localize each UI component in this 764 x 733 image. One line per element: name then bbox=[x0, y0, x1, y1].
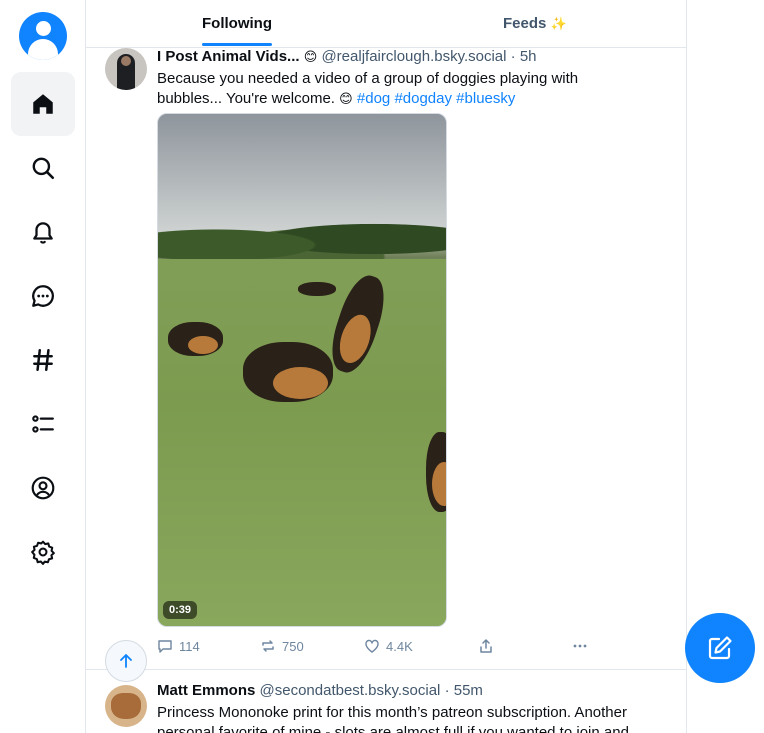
avatar-face bbox=[121, 56, 131, 66]
gear-icon bbox=[31, 540, 55, 565]
chat-icon bbox=[32, 285, 54, 307]
author-name[interactable]: Matt Emmons bbox=[157, 682, 255, 699]
tab-active-indicator bbox=[202, 43, 272, 46]
nav-profile[interactable] bbox=[11, 456, 75, 520]
repost-button[interactable]: 750 bbox=[260, 638, 304, 654]
reply-count: 114 bbox=[179, 638, 200, 654]
like-count: 4.4K bbox=[386, 638, 413, 654]
avatar-body bbox=[28, 39, 58, 60]
post-text: Princess Mononoke print for this month’s… bbox=[157, 704, 629, 733]
avatar-head bbox=[36, 21, 51, 36]
left-nav bbox=[0, 0, 86, 733]
main-column: Following Feeds ✨ I Post Animal Vids... … bbox=[85, 0, 687, 733]
nav-chat[interactable] bbox=[11, 264, 75, 328]
arrow-up-icon bbox=[120, 654, 132, 668]
post-time[interactable]: · 5h bbox=[511, 48, 537, 65]
post-header: I Post Animal Vids... 😊 @realjfairclough… bbox=[157, 48, 537, 65]
author-handle[interactable]: @realjfairclough.bsky.social bbox=[321, 48, 506, 65]
feed-tabs: Following Feeds ✨ bbox=[86, 0, 686, 48]
avatar-cat bbox=[111, 693, 141, 719]
like-button[interactable]: 4.4K bbox=[364, 638, 413, 654]
post-header: Matt Emmons @secondatbest.bsky.social · … bbox=[157, 682, 483, 699]
nav-notifications[interactable] bbox=[11, 200, 75, 264]
post-text: Because you needed a video of a group of… bbox=[157, 69, 637, 110]
share-button[interactable] bbox=[478, 638, 494, 654]
hashtag-link[interactable]: #dog bbox=[357, 90, 390, 107]
compose-button[interactable] bbox=[685, 613, 755, 683]
dog-image bbox=[243, 342, 333, 402]
share-icon bbox=[480, 639, 492, 653]
dog-image bbox=[298, 282, 336, 296]
repost-count: 750 bbox=[282, 638, 304, 654]
sparkles-icon: ✨ bbox=[550, 17, 567, 32]
nav-feeds[interactable] bbox=[11, 328, 75, 392]
post-time[interactable]: · 55m bbox=[445, 682, 483, 699]
profile-icon bbox=[31, 476, 55, 500]
more-button[interactable] bbox=[572, 638, 588, 654]
search-icon bbox=[32, 157, 55, 180]
scroll-to-top-button[interactable] bbox=[105, 640, 147, 682]
dog-image bbox=[168, 322, 223, 356]
post[interactable]: I Post Animal Vids... 😊 @realjfairclough… bbox=[86, 48, 686, 670]
video-grass bbox=[158, 259, 446, 626]
heart-icon bbox=[365, 639, 379, 653]
nav-search[interactable] bbox=[11, 136, 75, 200]
my-avatar[interactable] bbox=[19, 12, 67, 60]
hashtag-icon bbox=[33, 349, 53, 371]
author-name[interactable]: I Post Animal Vids... bbox=[157, 48, 300, 65]
reply-button[interactable]: 114 bbox=[157, 638, 200, 654]
post-actions: 114 750 4.4K bbox=[157, 638, 597, 658]
reply-icon bbox=[158, 640, 172, 653]
more-icon bbox=[573, 644, 587, 648]
nav-home[interactable] bbox=[11, 72, 75, 136]
tab-following[interactable]: Following bbox=[202, 15, 272, 32]
bell-icon bbox=[33, 222, 53, 244]
video-duration: 0:39 bbox=[163, 601, 198, 619]
compose-icon bbox=[708, 636, 732, 660]
tab-feeds[interactable]: Feeds ✨ bbox=[503, 15, 567, 32]
list-icon bbox=[32, 415, 54, 433]
nav-lists[interactable] bbox=[11, 392, 75, 456]
author-avatar[interactable] bbox=[105, 685, 147, 727]
hashtag-link[interactable]: #bluesky bbox=[456, 90, 515, 107]
author-emoji: 😊 bbox=[303, 50, 318, 65]
author-avatar[interactable] bbox=[105, 48, 147, 90]
video-player[interactable]: 0:39 bbox=[157, 113, 447, 627]
post-text-emoji: 😊 bbox=[339, 92, 353, 107]
author-handle[interactable]: @secondatbest.bsky.social bbox=[260, 682, 441, 699]
tab-feeds-label: Feeds bbox=[503, 15, 547, 32]
hashtag-link[interactable]: #dogday bbox=[394, 90, 452, 107]
repost-icon bbox=[262, 640, 274, 652]
post[interactable]: Matt Emmons @secondatbest.bsky.social · … bbox=[86, 671, 686, 733]
nav-settings[interactable] bbox=[11, 520, 75, 584]
dog-image bbox=[426, 432, 446, 512]
home-icon bbox=[33, 94, 53, 114]
